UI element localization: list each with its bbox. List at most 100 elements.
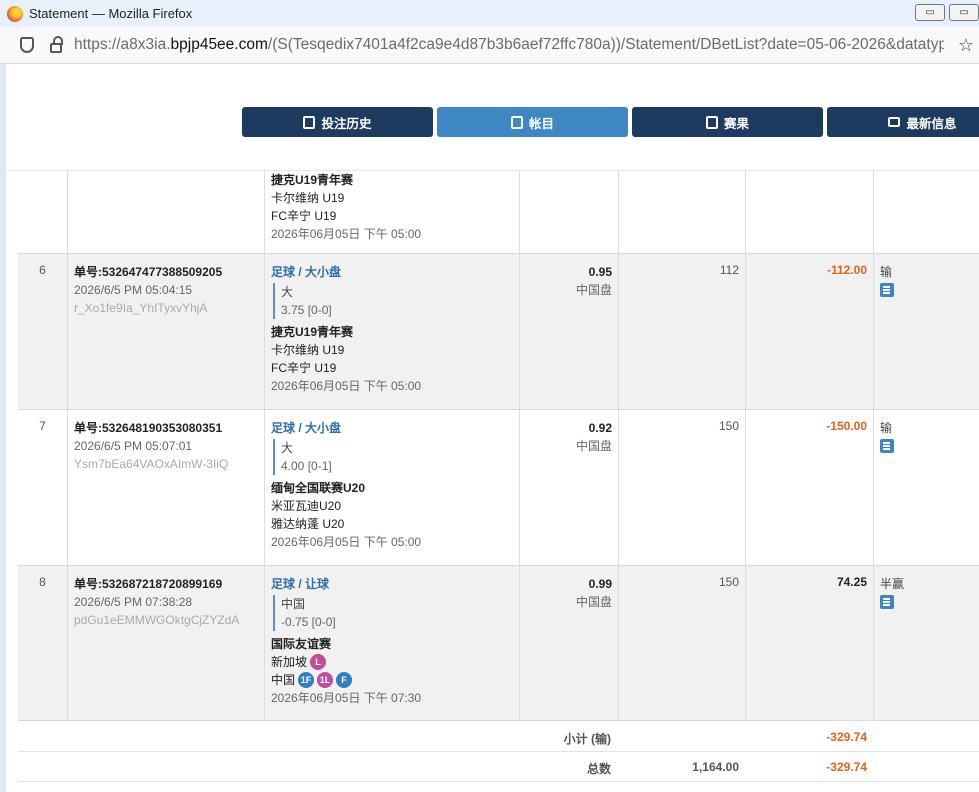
subtotal-row: 小计 (输) -329.74 bbox=[18, 722, 979, 752]
ledger-icon bbox=[510, 115, 523, 129]
first-half-badge-icon[interactable]: 1F bbox=[298, 672, 315, 688]
nav-history-label: 投注历史 bbox=[321, 116, 372, 131]
cell-id bbox=[68, 171, 265, 253]
bet-id: 单号:532647477388509205 bbox=[74, 265, 223, 279]
odds-value: 0.99 bbox=[588, 577, 612, 591]
bet-detail-icon[interactable] bbox=[880, 283, 894, 297]
address-bar[interactable]: https://a8x3ia.bpjp45ee.com/(S(Tesqedix7… bbox=[0, 27, 979, 64]
minimize-button[interactable]: ▭ bbox=[915, 4, 945, 21]
cell-odds: 0.95 中国盘 bbox=[520, 254, 619, 409]
lock-icon[interactable] bbox=[50, 36, 63, 53]
cell-bet-info: 单号:532648190353080351 2026/6/5 PM 05:07:… bbox=[68, 410, 265, 565]
cell-result: 半赢 bbox=[874, 566, 979, 720]
home-team: 卡尔维纳 U19 bbox=[271, 191, 345, 205]
cell-stake bbox=[619, 171, 746, 253]
cell-odds: 0.99 中国盘 bbox=[520, 566, 619, 720]
bet-detail-icon[interactable] bbox=[880, 439, 894, 453]
kickoff-time: 2026年06月05日 下午 05:00 bbox=[271, 379, 422, 393]
win-loss: -112.00 bbox=[746, 254, 874, 409]
cell-no bbox=[18, 171, 68, 253]
home-team: 米亚瓦迪U20 bbox=[271, 499, 342, 513]
window-controls: ▭ ▭ bbox=[915, 4, 979, 21]
total-stake: 1,164.00 bbox=[692, 760, 739, 774]
cell-details: 足球 / 大小盘 大 3.75 [0-0] 捷克U19青年赛 卡尔维纳 U19 … bbox=[265, 254, 520, 409]
fulltime-badge-icon[interactable]: F bbox=[336, 672, 353, 688]
row-number: 8 bbox=[18, 566, 68, 720]
row-number: 6 bbox=[18, 254, 68, 409]
cell-bet-info: 单号:532647477388509205 2026/6/5 PM 05:04:… bbox=[68, 254, 265, 409]
sport-market-link[interactable]: 足球 / 大小盘 bbox=[271, 419, 519, 437]
bet-ref: Ysm7bEa64VAOxAImW-3IiQ bbox=[74, 457, 229, 471]
win-loss: -150.00 bbox=[746, 410, 874, 565]
cell-details: 足球 / 大小盘 大 4.00 [0-1] 缅甸全国联赛U20 米亚瓦迪U20 … bbox=[265, 410, 520, 565]
away-team: 雅达纳蓬 U20 bbox=[271, 517, 345, 531]
row-number: 7 bbox=[18, 410, 68, 565]
nav-news-button[interactable]: 最新信息 bbox=[827, 107, 979, 137]
bet-id: 单号:532687218720899169 bbox=[74, 577, 223, 591]
handicap-line: -0.75 [0-0] bbox=[281, 615, 336, 629]
odds-type: 中国盘 bbox=[575, 439, 612, 453]
table-row: 6 单号:532647477388509205 2026/6/5 PM 05:0… bbox=[18, 254, 979, 410]
table-row: 7 单号:532648190353080351 2026/6/5 PM 05:0… bbox=[18, 410, 979, 566]
odds-value: 0.92 bbox=[588, 421, 612, 435]
league-name: 捷克U19青年赛 bbox=[271, 173, 354, 187]
home-team-row: 新加坡 L bbox=[271, 653, 519, 671]
bet-id: 单号:532648190353080351 bbox=[74, 421, 223, 435]
selection: 大 bbox=[281, 285, 294, 299]
bet-ref: pdGu1eEMMWGOktgCjZYZdA bbox=[74, 613, 240, 627]
selection: 中国 bbox=[281, 597, 306, 611]
nav-results-label: 赛果 bbox=[723, 116, 749, 131]
bet-ref: r_Xo1fe9Ia_YhITyxvYhjA bbox=[74, 301, 208, 315]
url-prefix: https://a8x3ia. bbox=[74, 36, 171, 53]
kickoff-time: 2026年06月05日 下午 07:30 bbox=[271, 691, 422, 705]
lineup-badge-icon[interactable]: L bbox=[310, 654, 327, 670]
league-name: 缅甸全国联赛U20 bbox=[271, 481, 366, 495]
nav-account-label: 帐目 bbox=[528, 116, 554, 131]
bet-detail-icon[interactable] bbox=[880, 595, 894, 609]
bet-date: 2026/6/5 PM 07:38:28 bbox=[74, 595, 193, 609]
selection-box: 大 4.00 [0-1] bbox=[273, 439, 519, 475]
totals-bottom-divider bbox=[18, 781, 979, 782]
url-text[interactable]: https://a8x3ia.bpjp45ee.com/(S(Tesqedix7… bbox=[74, 36, 944, 54]
away-team: FC辛宁 U19 bbox=[271, 209, 337, 223]
result-status: 半赢 bbox=[880, 577, 905, 591]
away-team-row: 中国 1F 1L F bbox=[271, 671, 519, 689]
odds-type: 中国盘 bbox=[575, 283, 612, 297]
total-row: 总数 1,164.00 -329.74 bbox=[18, 752, 979, 782]
stake: 150 bbox=[619, 410, 746, 565]
tracking-shield-icon[interactable] bbox=[20, 37, 34, 53]
result-status: 输 bbox=[880, 265, 893, 279]
cell-winloss bbox=[746, 171, 874, 253]
result-status: 输 bbox=[880, 421, 893, 435]
selection: 大 bbox=[281, 441, 294, 455]
away-team: FC辛宁 U19 bbox=[271, 361, 337, 375]
bookmark-star-icon[interactable]: ☆ bbox=[958, 35, 974, 56]
cell-result bbox=[874, 171, 979, 253]
url-domain: bpjp45ee.com bbox=[170, 36, 268, 53]
stake: 112 bbox=[619, 254, 746, 409]
cell-bet-info: 单号:532687218720899169 2026/6/5 PM 07:38:… bbox=[68, 566, 265, 720]
win-loss: 74.25 bbox=[746, 566, 874, 720]
url-path: /(S(Tesqedix7401a4f2ca9e4d87b3b6aef72ffc… bbox=[267, 36, 944, 53]
odds-type: 中国盘 bbox=[575, 595, 612, 609]
kickoff-time: 2026年06月05日 下午 05:00 bbox=[271, 227, 422, 241]
home-team: 卡尔维纳 U19 bbox=[271, 343, 345, 357]
table-row: 8 单号:532687218720899169 2026/6/5 PM 07:3… bbox=[18, 566, 979, 721]
cell-odds bbox=[520, 171, 619, 253]
nav-results-button[interactable]: 赛果 bbox=[632, 107, 823, 137]
away-team: 中国 bbox=[271, 673, 296, 687]
maximize-button[interactable]: ▭ bbox=[949, 4, 979, 21]
sidebar-edge bbox=[0, 64, 6, 792]
cell-odds: 0.92 中国盘 bbox=[520, 410, 619, 565]
subtotal-label: 小计 (输) bbox=[563, 732, 611, 746]
first-half-lineup-badge-icon[interactable]: 1L bbox=[317, 672, 334, 688]
total-winloss: -329.74 bbox=[826, 760, 867, 774]
nav-account-button[interactable]: 帐目 bbox=[437, 107, 628, 137]
handicap-line: 3.75 [0-0] bbox=[281, 303, 332, 317]
sport-market-link[interactable]: 足球 / 让球 bbox=[271, 575, 519, 593]
sport-market-link[interactable]: 足球 / 大小盘 bbox=[271, 263, 519, 281]
stake: 150 bbox=[619, 566, 746, 720]
bet-date: 2026/6/5 PM 05:04:15 bbox=[74, 283, 193, 297]
league-name: 捷克U19青年赛 bbox=[271, 325, 354, 339]
nav-bet-history-button[interactable]: 投注历史 bbox=[242, 107, 433, 137]
